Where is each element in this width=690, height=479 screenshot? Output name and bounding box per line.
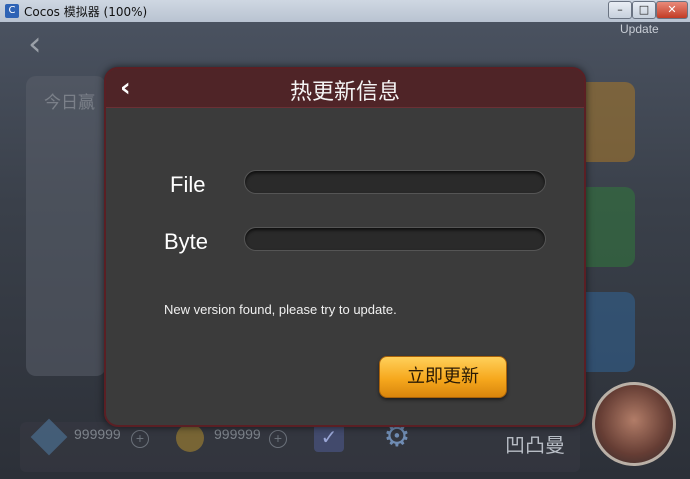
window-title: Cocos 模拟器 (100%): [24, 5, 148, 19]
update-message: New version found, please try to update.: [164, 302, 397, 317]
background-update-label: Update: [620, 22, 659, 36]
cocos-app-icon: C: [5, 4, 19, 18]
window-titlebar: C Cocos 模拟器 (100%) – □ ✕: [0, 0, 690, 23]
dialog-header: ‹ 热更新信息: [106, 69, 584, 108]
coin-icon: [176, 424, 204, 452]
close-button[interactable]: ✕: [656, 1, 688, 19]
byte-progress-bar: [244, 227, 546, 251]
file-label: File: [170, 172, 206, 197]
coin-count: 999999: [214, 426, 261, 442]
task-check-icon: ✓: [314, 424, 344, 452]
hot-update-dialog: ‹ 热更新信息 File Byte New version found, ple…: [104, 67, 586, 427]
dialog-title: 热更新信息: [289, 80, 400, 105]
update-now-button[interactable]: 立即更新: [379, 356, 507, 398]
background-left-panel: [26, 76, 106, 376]
diamond-count: 999999: [74, 426, 121, 442]
file-progress-bar: [244, 170, 546, 194]
byte-label: Byte: [164, 229, 209, 254]
background-today-label: 今日赢: [44, 93, 95, 112]
add-coin-icon: +: [269, 430, 287, 448]
background-back-icon: ‹: [28, 24, 42, 64]
maximize-button[interactable]: □: [632, 1, 656, 19]
add-diamond-icon: +: [131, 430, 149, 448]
player-avatar: [592, 382, 676, 466]
minimize-button[interactable]: –: [608, 1, 632, 19]
player-name: 凹凸曼: [505, 435, 565, 457]
